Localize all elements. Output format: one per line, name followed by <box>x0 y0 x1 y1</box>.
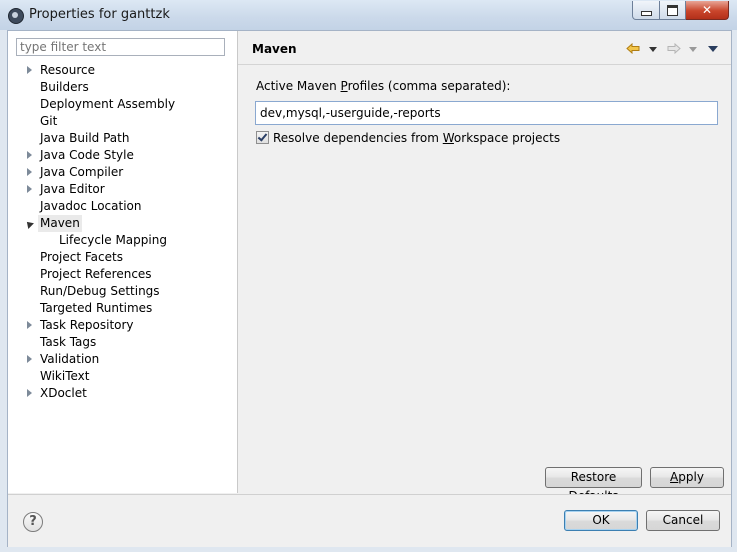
ok-button[interactable]: OK <box>564 510 638 531</box>
caption-buttons: ✕ <box>632 1 729 20</box>
tree-item-label: Validation <box>40 352 100 366</box>
profiles-label-text-rest: rofiles (comma separated): <box>347 79 511 93</box>
tree-item-label: Java Code Style <box>40 148 134 162</box>
filter-input[interactable] <box>16 38 225 56</box>
collapsed-twistie-icon[interactable] <box>27 389 32 397</box>
tree-item[interactable]: Javadoc Location <box>8 198 237 215</box>
resolve-label-text-rest: orkspace projects <box>453 131 561 145</box>
tree-item[interactable]: WikiText <box>8 368 237 385</box>
expanded-twistie-icon[interactable] <box>24 219 34 229</box>
tree-item[interactable]: Deployment Assembly <box>8 96 237 113</box>
window-title: Properties for ganttzk <box>29 7 170 22</box>
page-title: Maven <box>252 42 297 56</box>
minimize-icon <box>640 11 652 16</box>
active-profiles-input[interactable]: dev,mysql,-userguide,-reports <box>255 101 718 125</box>
tree-item[interactable]: Java Editor <box>8 181 237 198</box>
settings-gear-icon <box>8 8 24 24</box>
resolve-label-text: Resolve dependencies from <box>273 131 443 145</box>
dialog-client-area: Resource Builders Deployment Assembly Git Ja… <box>7 30 732 547</box>
tree-item[interactable]: Java Build Path <box>8 130 237 147</box>
tree-item[interactable]: Maven <box>8 215 237 232</box>
tree-item-label: WikiText <box>40 369 90 383</box>
apply-button[interactable]: Apply <box>650 467 724 488</box>
collapsed-twistie-icon[interactable] <box>27 185 32 193</box>
title-bar: Properties for ganttzk ✕ <box>0 0 737 30</box>
collapsed-twistie-icon[interactable] <box>27 151 32 159</box>
apply-label: pply <box>678 470 704 484</box>
tree-item[interactable]: Project Facets <box>8 249 237 266</box>
tree-item-label: Project Facets <box>40 250 123 264</box>
tree-item[interactable]: Builders <box>8 79 237 96</box>
tree-item-label: Javadoc Location <box>40 199 142 213</box>
tree-item-label: Maven <box>38 215 82 232</box>
cancel-button[interactable]: Cancel <box>646 510 720 531</box>
tree-item[interactable]: Project References <box>8 266 237 283</box>
tree-item[interactable]: Lifecycle Mapping <box>8 232 237 249</box>
tree-item-label: Task Tags <box>40 335 97 349</box>
close-button[interactable]: ✕ <box>686 1 729 20</box>
restore-defaults-button[interactable]: Restore Defaults <box>545 467 642 503</box>
resolve-workspace-checkbox[interactable] <box>256 131 269 144</box>
tree-item[interactable]: Task Repository <box>8 317 237 334</box>
maximize-icon <box>667 4 678 16</box>
tree-item[interactable]: Validation <box>8 351 237 368</box>
resolve-workspace-label[interactable]: Resolve dependencies from Workspace proj… <box>273 131 560 145</box>
tree-item-label: XDoclet <box>40 386 87 400</box>
tree-item-label: Resource <box>40 63 96 77</box>
dialog-button-bar: ? OK Cancel <box>8 494 731 547</box>
tree-item-label: Java Compiler <box>40 165 124 179</box>
profiles-label-mnemonic: P <box>340 79 348 93</box>
tree-item-label: Targeted Runtimes <box>40 301 153 315</box>
tree-item[interactable]: Resource <box>8 62 237 79</box>
tree-item-label: Run/Debug Settings <box>40 284 160 298</box>
view-menu-icon[interactable] <box>708 46 718 52</box>
forward-arrow-icon <box>667 43 681 54</box>
restore-label: Restore <box>570 470 617 484</box>
page-header: Maven <box>238 31 731 65</box>
help-icon[interactable]: ? <box>23 512 43 532</box>
tree-item[interactable]: Java Code Style <box>8 147 237 164</box>
property-page: Maven Active Maven Profiles (comma separ… <box>238 31 731 503</box>
tree-item-label: Lifecycle Mapping <box>59 233 167 247</box>
tree-item[interactable]: Run/Debug Settings <box>8 283 237 300</box>
tree-item[interactable]: Git <box>8 113 237 130</box>
close-icon: ✕ <box>701 3 713 17</box>
tree-item[interactable]: Targeted Runtimes <box>8 300 237 317</box>
forward-history-dropdown-icon[interactable] <box>689 47 697 52</box>
maximize-button[interactable] <box>660 1 686 20</box>
profiles-label-text: Active Maven <box>256 79 341 93</box>
tree-item[interactable]: Task Tags <box>8 334 237 351</box>
tree-item-label: Task Repository <box>40 318 134 332</box>
tree-item-label: Git <box>40 114 58 128</box>
tree-item-label: Builders <box>40 80 89 94</box>
tree-item-label: Project References <box>40 267 152 281</box>
resolve-label-mnemonic: W <box>442 131 454 145</box>
collapsed-twistie-icon[interactable] <box>27 321 32 329</box>
tree-item[interactable]: XDoclet <box>8 385 237 402</box>
tree-item-label: Java Editor <box>40 182 105 196</box>
tree-item[interactable]: Java Compiler <box>8 164 237 181</box>
minimize-button[interactable] <box>632 1 660 20</box>
profiles-label: Active Maven Profiles (comma separated): <box>256 79 510 93</box>
back-history-dropdown-icon[interactable] <box>649 47 657 52</box>
collapsed-twistie-icon[interactable] <box>27 168 32 176</box>
navigation-pane: Resource Builders Deployment Assembly Git Ja… <box>8 31 238 493</box>
tree-item-label: Java Build Path <box>40 131 130 145</box>
tree-item-label: Deployment Assembly <box>40 97 176 111</box>
collapsed-twistie-icon[interactable] <box>27 355 32 363</box>
back-arrow-icon <box>626 43 640 54</box>
collapsed-twistie-icon[interactable] <box>27 66 32 74</box>
